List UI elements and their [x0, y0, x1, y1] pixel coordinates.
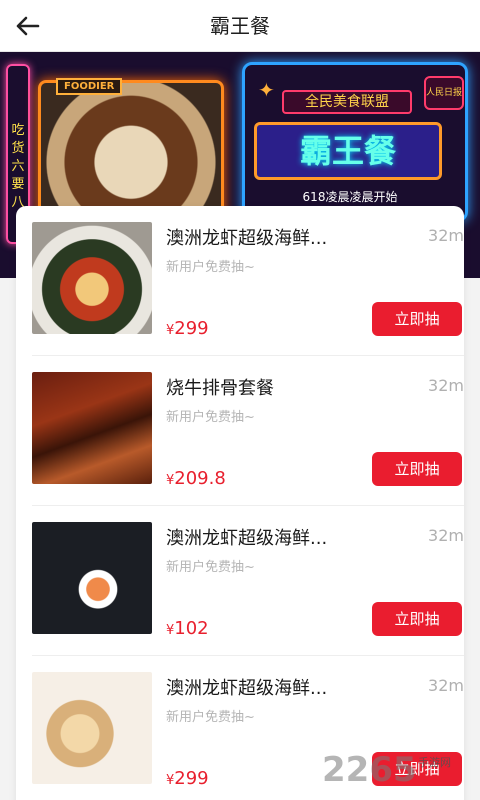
price-value: 209.8 [174, 468, 226, 489]
banner-subline: 618凌晨凌晨开始 [302, 190, 398, 204]
item-price: ¥299 [166, 318, 209, 339]
item-subtitle: 新用户免费抽~ [166, 710, 255, 725]
banner-main-title: 霸王餐 [254, 122, 442, 180]
item-subtitle: 新用户免费抽~ [166, 410, 255, 425]
draw-now-button[interactable]: 立即抽 [372, 302, 462, 336]
banner-photo-label: FOODIER [56, 78, 123, 95]
item-distance: 32m [428, 376, 464, 395]
item-distance: 32m [428, 676, 464, 695]
deal-list-card: 澳洲龙虾超级海鲜... 32m 新用户免费抽~ ¥299 立即抽 烧牛排骨套餐 … [16, 206, 464, 800]
item-name: 烧牛排骨套餐 [166, 378, 274, 399]
item-subtitle: 新用户免费抽~ [166, 560, 255, 575]
food-thumbnail [32, 222, 152, 334]
item-price: ¥299 [166, 768, 209, 789]
item-name: 澳洲龙虾超级海鲜... [166, 228, 328, 249]
price-value: 299 [174, 318, 209, 339]
watermark-text: 手游网 [418, 756, 451, 769]
page-title: 霸王餐 [210, 14, 270, 38]
list-item[interactable]: 烧牛排骨套餐 32m 新用户免费抽~ ¥209.8 立即抽 [32, 356, 464, 506]
item-distance: 32m [428, 226, 464, 245]
food-thumbnail [32, 672, 152, 784]
star-icon: ✦ [258, 78, 275, 102]
draw-now-button[interactable]: 立即抽 [372, 602, 462, 636]
watermark-number: 2265 [322, 750, 417, 790]
item-price: ¥102 [166, 618, 209, 639]
food-thumbnail [32, 522, 152, 634]
price-value: 299 [174, 768, 209, 789]
list-item[interactable]: 澳洲龙虾超级海鲜... 32m 新用户免费抽~ ¥102 立即抽 [32, 506, 464, 656]
item-price: ¥209.8 [166, 468, 226, 489]
top-navigation-bar: 霸王餐 [0, 0, 480, 52]
food-thumbnail [32, 372, 152, 484]
watermark: 2265 手游网 [322, 750, 472, 790]
draw-now-button[interactable]: 立即抽 [372, 452, 462, 486]
item-subtitle: 新用户免费抽~ [166, 260, 255, 275]
item-name: 澳洲龙虾超级海鲜... [166, 678, 328, 699]
item-distance: 32m [428, 526, 464, 545]
item-name: 澳洲龙虾超级海鲜... [166, 528, 328, 549]
banner-side-text: 吃货六要八 [11, 123, 25, 210]
banner-badge: 人民日报 [424, 76, 464, 110]
list-item[interactable]: 澳洲龙虾超级海鲜... 32m 新用户免费抽~ ¥299 立即抽 [32, 206, 464, 356]
page: 霸王餐 吃货六要八 FOODIER ✦ 全民美食联盟 人民日报 霸王餐 618凌… [0, 0, 480, 800]
price-value: 102 [174, 618, 209, 639]
banner-league-label: 全民美食联盟 [282, 90, 412, 114]
